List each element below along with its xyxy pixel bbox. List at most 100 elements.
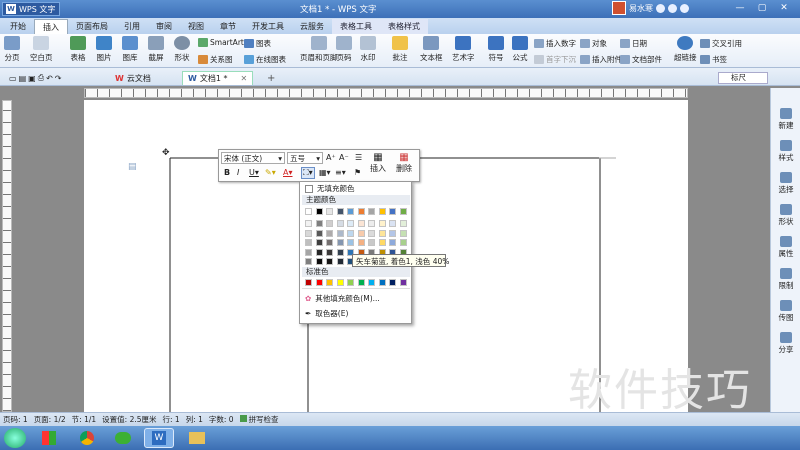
close-icon[interactable]: ✕ (240, 74, 247, 83)
more-fill-colors-option[interactable]: ✿ 其他填充颜色(M)... (302, 293, 410, 304)
tab-developer[interactable]: 开发工具 (244, 19, 292, 34)
theme-color-swatch[interactable] (378, 229, 386, 237)
cross-ref-button[interactable]: 交叉引用 (700, 38, 742, 49)
watermark-button[interactable]: 水印 (360, 36, 376, 63)
standard-color-swatch[interactable] (357, 279, 365, 286)
print-icon[interactable]: ⎙ (38, 73, 44, 83)
smartart-button[interactable]: SmartArt (198, 38, 244, 47)
theme-color-swatch[interactable] (326, 248, 333, 256)
paste-options-icon[interactable]: ▤ (128, 162, 137, 172)
theme-color-swatch[interactable] (336, 239, 344, 246)
tab-section[interactable]: 章节 (212, 19, 244, 34)
symbol-button[interactable]: 符号 (488, 36, 504, 63)
italic-icon[interactable]: I (237, 168, 239, 177)
doc-part-button[interactable]: 文档部件 (620, 54, 662, 65)
open-folder-icon[interactable]: ▤ (19, 74, 27, 83)
standard-color-swatch[interactable] (378, 279, 386, 286)
theme-color-swatch[interactable] (315, 220, 323, 227)
tab-page-layout[interactable]: 页面布局 (68, 19, 116, 34)
border-icon[interactable]: ▦▾ (319, 168, 331, 177)
standard-color-swatch[interactable] (305, 279, 312, 286)
tab-cloud[interactable]: 云服务 (292, 19, 332, 34)
standard-color-swatch[interactable] (368, 279, 375, 286)
delete-button[interactable]: ▦ 删除 (396, 152, 412, 174)
theme-color-swatch[interactable] (389, 220, 396, 227)
attachment-button[interactable]: 插入附件 (580, 54, 622, 65)
theme-color-swatch[interactable] (368, 229, 375, 237)
undo-icon[interactable]: ↶ (46, 74, 53, 83)
theme-color-swatch[interactable] (347, 208, 354, 215)
header-footer-button[interactable]: 页眉和页脚 (300, 36, 338, 63)
panel-share[interactable]: 分享 (771, 332, 800, 355)
theme-color-swatch[interactable] (315, 229, 323, 237)
theme-color-swatch[interactable] (347, 239, 354, 246)
drop-cap-button[interactable]: 首字下沉 (534, 54, 576, 65)
font-family-select[interactable]: 宋体 (正文) ▾ (221, 152, 285, 164)
theme-color-swatch[interactable] (315, 258, 323, 265)
tab-table-style[interactable]: 表格样式 (380, 19, 428, 34)
theme-color-swatch[interactable] (305, 208, 312, 215)
taskbar-windows-icon[interactable] (34, 428, 64, 448)
theme-color-swatch[interactable] (399, 208, 407, 215)
line-spacing-icon[interactable]: ☰ (355, 153, 362, 162)
tab-insert[interactable]: 插入 (34, 19, 68, 34)
theme-color-swatch[interactable] (305, 229, 312, 237)
chart-button[interactable]: 图表 (244, 38, 271, 49)
screenshot-button[interactable]: 截屏 (148, 36, 164, 63)
new-doc-icon[interactable]: ▭ (9, 74, 17, 83)
tab-document1[interactable]: W 文档1 * ✕ (182, 71, 254, 85)
theme-color-swatch[interactable] (326, 258, 333, 265)
theme-color-swatch[interactable] (315, 208, 323, 215)
taskbar-wps-icon[interactable]: W (144, 428, 174, 448)
settings-icon[interactable] (680, 3, 689, 13)
theme-color-swatch[interactable] (368, 208, 375, 215)
fill-color-button[interactable]: ⛶▾ (301, 167, 315, 179)
bold-icon[interactable]: B (224, 168, 230, 177)
theme-color-swatch[interactable] (336, 248, 344, 256)
theme-color-swatch[interactable] (399, 220, 407, 227)
standard-color-swatch[interactable] (389, 279, 396, 286)
bookmark-button[interactable]: 书签 (700, 54, 727, 65)
format-painter-icon[interactable]: ⚑ (354, 168, 361, 177)
theme-color-swatch[interactable] (326, 208, 333, 215)
no-fill-option[interactable]: 无填充颜色 (302, 183, 410, 194)
theme-color-swatch[interactable] (326, 239, 333, 246)
panel-properties[interactable]: 属性 (771, 236, 800, 259)
table-button[interactable]: 表格 (70, 36, 86, 63)
theme-color-swatch[interactable] (368, 220, 375, 227)
theme-color-swatch[interactable] (347, 229, 354, 237)
align-icon[interactable]: ≡▾ (335, 168, 346, 177)
shape-button[interactable]: 形状 (174, 36, 190, 63)
taskbar-explorer-icon[interactable] (182, 428, 212, 448)
theme-color-swatch[interactable] (336, 229, 344, 237)
avatar[interactable] (612, 1, 626, 15)
tab-table-tools[interactable]: 表格工具 (332, 19, 380, 34)
highlight-icon[interactable]: ✎▾ (265, 168, 276, 177)
theme-color-swatch[interactable] (368, 239, 375, 246)
theme-color-swatch[interactable] (389, 239, 396, 246)
panel-style[interactable]: 样式 (771, 140, 800, 163)
theme-color-swatch[interactable] (399, 229, 407, 237)
insert-button[interactable]: ▦ 插入 (370, 152, 386, 174)
shrink-font-icon[interactable]: A⁻ (339, 153, 349, 162)
redo-icon[interactable]: ↷ (55, 74, 62, 83)
search-input[interactable]: 标尺 (718, 72, 768, 84)
theme-color-swatch[interactable] (326, 220, 333, 227)
new-tab-button[interactable]: + (262, 71, 280, 85)
object-button[interactable]: 对象 (580, 38, 607, 49)
help-icon[interactable] (668, 3, 677, 13)
theme-color-swatch[interactable] (389, 208, 396, 215)
standard-color-swatch[interactable] (315, 279, 323, 286)
eyedropper-option[interactable]: ✒ 取色器(E) (302, 308, 410, 319)
picture-button[interactable]: 图片 (96, 36, 112, 63)
horizontal-ruler[interactable] (84, 88, 688, 98)
theme-color-swatch[interactable] (305, 220, 312, 227)
standard-color-swatch[interactable] (399, 279, 407, 286)
theme-color-swatch[interactable] (389, 229, 396, 237)
user-name[interactable]: 易水寒 (629, 3, 653, 14)
standard-color-swatch[interactable] (347, 279, 354, 286)
panel-shape[interactable]: 形状 (771, 204, 800, 227)
taskbar-wechat-icon[interactable] (108, 428, 138, 448)
blank-page-button[interactable]: 空白页 (30, 36, 53, 63)
gallery-button[interactable]: 图库 (122, 36, 138, 63)
